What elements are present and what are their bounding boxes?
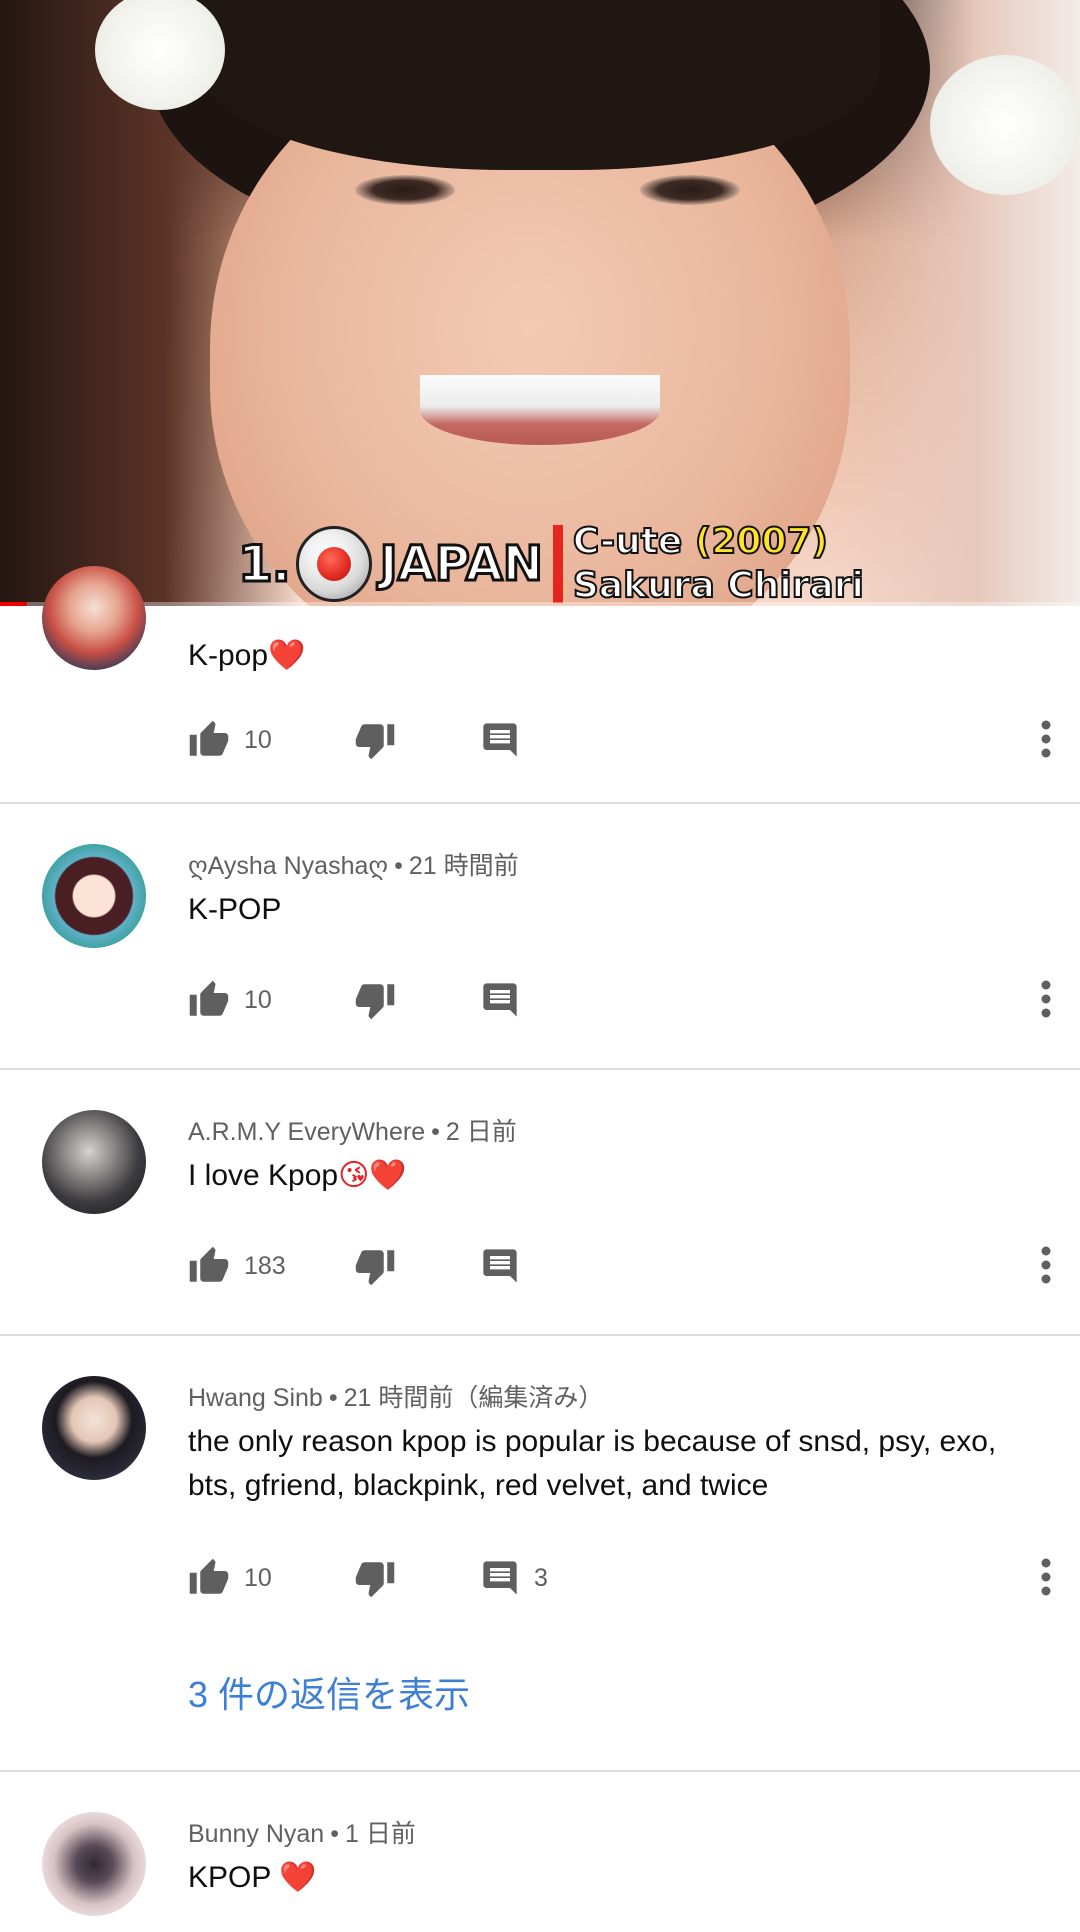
view-replies-link[interactable]: 3 件の返信を表示: [188, 1666, 470, 1718]
thumb-up-icon: [189, 720, 229, 756]
more-vert-icon: [1041, 720, 1051, 758]
comment-author[interactable]: Bunny Nyan: [188, 1820, 324, 1848]
comment-icon: [483, 723, 517, 757]
comment-time: 21 時間前（編集済み）: [343, 1384, 604, 1412]
dislike-button[interactable]: [354, 1238, 396, 1294]
more-vert-icon: [1041, 980, 1051, 1018]
comment-item: ღAysha Nyashaღ • 21 時間前 K-POP 10: [0, 804, 1080, 1070]
more-button[interactable]: [1040, 1246, 1052, 1289]
reply-count: 3: [534, 1563, 548, 1592]
comment-time: 1 日前: [344, 1820, 416, 1848]
dislike-button[interactable]: [354, 712, 396, 768]
more-button[interactable]: [1040, 720, 1052, 763]
comment-text: the only reason kpop is popular is becau…: [188, 1425, 997, 1502]
reply-button[interactable]: [480, 712, 520, 768]
thumb-down-icon: [355, 1250, 395, 1286]
thumb-up-icon: [189, 1558, 229, 1594]
comment-item: Bunny Nyan • 1 日前 KPOP ❤️: [0, 1772, 1080, 1932]
video-caption: 1. JAPAN C-ute (2007) Sakura Chirari: [237, 520, 865, 606]
avatar[interactable]: [42, 1110, 146, 1214]
comment-text-body: KPOP: [188, 1861, 271, 1894]
avatar[interactable]: [42, 844, 146, 948]
reply-button[interactable]: 3: [480, 1550, 548, 1606]
avatar[interactable]: [42, 1812, 146, 1916]
comment-meta: Bunny Nyan • 1 日前: [188, 1814, 416, 1850]
thumb-down-icon: [355, 1562, 395, 1598]
comment-text: KPOP ❤️: [188, 1856, 1030, 1900]
like-button[interactable]: 183: [188, 1238, 286, 1294]
video-frame-eye: [355, 175, 455, 205]
thumb-up-icon: [189, 1246, 229, 1282]
comment-author[interactable]: ღAysha Nyashaღ: [188, 852, 388, 880]
caption-member: Sakura Chirari: [572, 564, 865, 606]
comment-time: 2 日前: [445, 1118, 517, 1146]
meta-separator: •: [394, 852, 403, 880]
like-button[interactable]: 10: [188, 712, 272, 768]
comment-actions: 183: [188, 1238, 1080, 1294]
japan-flag-icon: [295, 526, 372, 602]
more-vert-icon: [1041, 1558, 1051, 1596]
like-button[interactable]: 10: [188, 1550, 272, 1606]
dislike-button[interactable]: [354, 1550, 396, 1606]
video-frame-eye: [640, 175, 740, 205]
video-frame-pompom: [930, 55, 1080, 195]
meta-separator: •: [328, 1384, 338, 1412]
comment-icon: [483, 1249, 517, 1283]
caption-group-line: C-ute (2007): [572, 520, 864, 564]
comment-text-body: K-pop: [188, 639, 269, 672]
comment-meta: ღAysha Nyashaღ • 21 時間前: [188, 846, 519, 882]
caption-year: (2007): [694, 520, 829, 563]
meta-separator: •: [330, 1820, 339, 1848]
avatar[interactable]: [42, 566, 146, 670]
caption-details: C-ute (2007) Sakura Chirari: [572, 520, 865, 606]
comment-item: K-pop❤️ 10: [0, 566, 1080, 804]
video-player[interactable]: 1. JAPAN C-ute (2007) Sakura Chirari: [0, 0, 1080, 606]
comment-item: Hwang Sinb • 21 時間前（編集済み） the only reason …: [0, 1336, 1080, 1772]
comment-icon: [483, 983, 517, 1017]
comment-actions: 10: [188, 972, 1080, 1028]
comment-actions: 10 3: [188, 1550, 1080, 1606]
like-count: 10: [244, 985, 272, 1014]
kiss-heart-emoji: 😘❤️: [338, 1159, 407, 1192]
thumb-down-icon: [355, 724, 395, 760]
reply-button[interactable]: [480, 1238, 520, 1294]
heart-emoji: ❤️: [268, 639, 306, 672]
like-count: 183: [244, 1251, 286, 1280]
caption-group: C-ute: [572, 520, 683, 563]
comment-author[interactable]: Hwang Sinb: [188, 1384, 323, 1412]
comment-author[interactable]: A.R.M.Y EveryWhere: [188, 1118, 425, 1146]
caption-country: JAPAN: [378, 535, 544, 594]
comment-meta: A.R.M.Y EveryWhere • 2 日前: [188, 1112, 517, 1148]
comment-item: A.R.M.Y EveryWhere • 2 日前 I love Kpop😘❤️ 1…: [0, 1070, 1080, 1336]
reply-button[interactable]: [480, 972, 520, 1028]
like-count: 10: [244, 725, 272, 754]
comment-time: 21 時間前: [408, 852, 519, 880]
more-vert-icon: [1041, 1246, 1051, 1284]
comment-meta: Hwang Sinb • 21 時間前（編集済み）: [188, 1378, 603, 1414]
avatar[interactable]: [42, 1376, 146, 1480]
like-count: 10: [244, 1563, 272, 1592]
caption-divider: [552, 525, 563, 603]
dislike-button[interactable]: [354, 972, 396, 1028]
caption-rank: 1.: [237, 534, 293, 595]
comment-text: I love Kpop😘❤️: [188, 1154, 1030, 1198]
thumb-up-icon: [189, 980, 229, 1016]
meta-separator: •: [431, 1118, 440, 1146]
like-button[interactable]: 10: [188, 972, 272, 1028]
comment-text-body: I love Kpop: [188, 1159, 339, 1192]
comment-icon: [483, 1561, 517, 1595]
comment-text: K-POP: [188, 893, 282, 926]
comment-actions: 10: [188, 712, 1080, 768]
thumb-down-icon: [355, 984, 395, 1020]
video-frame-mouth: [420, 375, 660, 445]
comment-text: K-pop❤️: [188, 634, 1030, 678]
more-button[interactable]: [1040, 1558, 1052, 1601]
heart-emoji: ❤️: [279, 1861, 317, 1894]
more-button[interactable]: [1040, 980, 1052, 1023]
comment-list: K-pop❤️ 10 ღAysha Nyashaღ•21 時間前 K-POP: [0, 566, 1080, 1932]
